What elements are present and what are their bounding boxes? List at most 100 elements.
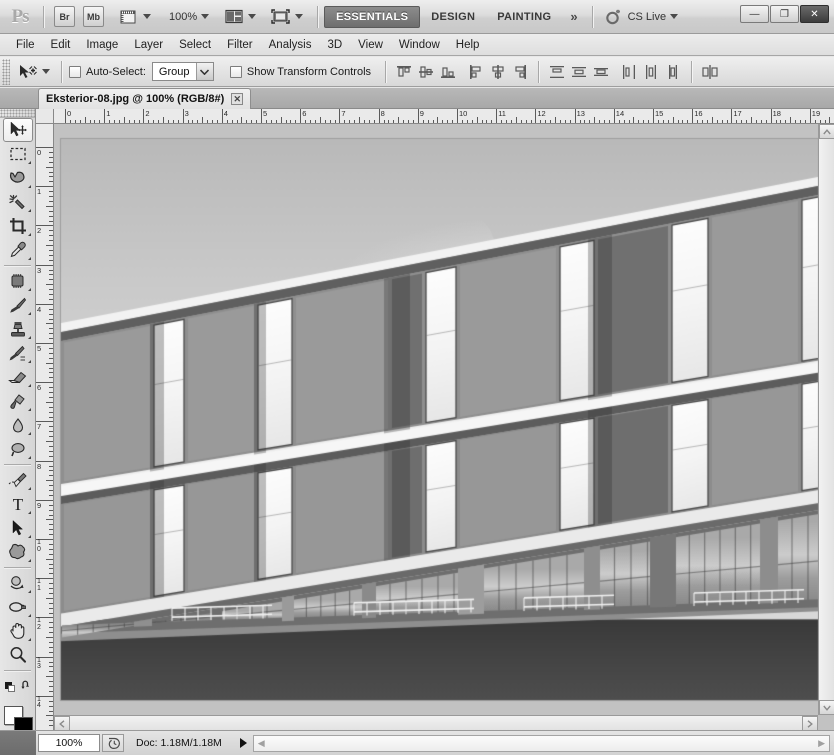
flyout-indicator-icon[interactable] (27, 312, 31, 315)
scroll-right-button[interactable] (802, 716, 818, 731)
scroll-down-button[interactable] (819, 700, 834, 715)
ruler-origin-box[interactable] (36, 109, 54, 124)
cs-live-chevron-down-icon[interactable] (670, 14, 679, 19)
clone-stamp-tool[interactable] (3, 317, 33, 341)
flyout-indicator-icon[interactable] (27, 456, 31, 459)
workspace-tab-painting[interactable]: PAINTING (486, 6, 562, 28)
distribute-top-edges-icon[interactable] (546, 61, 568, 83)
flyout-indicator-icon[interactable] (27, 209, 31, 212)
canvas-horizontal-scrollbar[interactable] (54, 715, 818, 731)
menu-item-view[interactable]: View (350, 37, 391, 53)
minimize-button[interactable]: — (740, 5, 769, 23)
screen-mode-icon[interactable] (270, 7, 291, 26)
move-tool[interactable] (2, 118, 33, 142)
flyout-indicator-icon[interactable] (27, 487, 31, 490)
flyout-indicator-icon[interactable] (27, 432, 31, 435)
horizontal-type-tool[interactable]: T (3, 492, 33, 516)
history-brush-tool[interactable] (3, 341, 33, 365)
tools-panel-grip[interactable] (0, 109, 35, 118)
flyout-indicator-icon[interactable] (27, 408, 31, 411)
menu-item-file[interactable]: File (8, 37, 43, 53)
crop-tool[interactable] (3, 214, 33, 238)
menu-item-select[interactable]: Select (171, 37, 219, 53)
path-selection-tool[interactable] (3, 516, 33, 540)
align-horizontal-centers-icon[interactable] (487, 61, 509, 83)
flyout-indicator-icon[interactable] (27, 535, 31, 538)
auto-align-layers-icon[interactable] (699, 61, 721, 83)
auto-select-scope-select[interactable]: Group (151, 62, 214, 81)
more-workspaces-icon[interactable]: » (570, 9, 577, 24)
blur-tool[interactable] (3, 413, 33, 437)
distribute-right-edges-icon[interactable] (662, 61, 684, 83)
flyout-indicator-icon[interactable] (27, 638, 31, 641)
cs-live-label[interactable]: CS Live (628, 11, 667, 23)
flyout-indicator-icon[interactable] (27, 185, 31, 188)
exterior-rendering-image[interactable] (54, 124, 825, 715)
canvas-vertical-scrollbar[interactable] (818, 124, 834, 715)
vertical-ruler[interactable]: 01234567891 01 11 21 31 41 5 (36, 124, 54, 730)
align-left-edges-icon[interactable] (465, 61, 487, 83)
close-button[interactable]: ✕ (800, 5, 829, 23)
scroll-right-icon[interactable]: ▶ (815, 738, 828, 749)
3d-camera-rotate-tool[interactable] (3, 595, 33, 619)
spot-healing-brush-tool[interactable] (3, 269, 33, 293)
auto-select-scope-chevron-down-icon[interactable] (195, 63, 213, 80)
tool-preset-picker[interactable] (16, 63, 54, 81)
custom-shape-tool[interactable] (3, 540, 33, 564)
view-extras-icon[interactable] (118, 7, 139, 26)
document-size-info[interactable]: Doc: 1.18M/1.18M (126, 734, 232, 752)
scroll-left-icon[interactable]: ◀ (255, 738, 268, 749)
restore-button[interactable]: ❐ (770, 5, 799, 23)
3d-object-rotate-tool[interactable] (3, 571, 33, 595)
distribute-vertical-centers-icon[interactable] (568, 61, 590, 83)
flyout-indicator-icon[interactable] (27, 336, 31, 339)
scroll-up-button[interactable] (819, 124, 834, 139)
menu-item-edit[interactable]: Edit (43, 37, 79, 53)
zoom-percentage-field[interactable]: 100% (38, 734, 100, 752)
arrange-documents-icon[interactable] (223, 7, 244, 26)
flyout-indicator-icon[interactable] (27, 511, 31, 514)
menu-item-help[interactable]: Help (448, 37, 488, 53)
flyout-indicator-icon[interactable] (27, 384, 31, 387)
default-colors-and-swap[interactable] (3, 674, 33, 698)
scroll-left-button[interactable] (54, 716, 70, 731)
screen-mode-chevron-down-icon[interactable] (295, 14, 304, 19)
dodge-tool[interactable] (3, 437, 33, 461)
zoom-level-chevron-down-icon[interactable] (201, 14, 210, 19)
flyout-indicator-icon[interactable] (27, 590, 31, 593)
clock-icon[interactable] (102, 734, 124, 752)
menu-item-filter[interactable]: Filter (219, 37, 261, 53)
show-transform-controls-checkbox[interactable] (229, 65, 242, 78)
rectangular-marquee-tool[interactable] (3, 142, 33, 166)
arrange-documents-chevron-down-icon[interactable] (248, 14, 257, 19)
distribute-horizontal-centers-icon[interactable] (640, 61, 662, 83)
align-bottom-edges-icon[interactable] (437, 61, 459, 83)
flyout-indicator-icon[interactable] (27, 614, 31, 617)
menu-item-analysis[interactable]: Analysis (261, 37, 320, 53)
document-tab[interactable]: Eksterior-08.jpg @ 100% (RGB/8#) ✕ (38, 88, 252, 109)
launch-mini-bridge-button[interactable]: Mb (83, 6, 104, 27)
align-vertical-centers-icon[interactable] (415, 61, 437, 83)
menu-item-window[interactable]: Window (391, 37, 448, 53)
gradient-tool[interactable] (3, 389, 33, 413)
hand-tool[interactable] (3, 619, 33, 643)
auto-select-checkbox[interactable] (69, 65, 81, 78)
options-bar-grip[interactable] (2, 58, 10, 85)
status-menu-arrow-icon[interactable] (239, 738, 247, 748)
window-horizontal-scrollbar[interactable]: ◀ ▶ (252, 734, 830, 752)
view-extras-chevron-down-icon[interactable] (143, 14, 151, 19)
workspace-tab-design[interactable]: DESIGN (420, 6, 486, 28)
menu-item-image[interactable]: Image (78, 37, 126, 53)
magic-wand-tool[interactable] (3, 190, 33, 214)
image-viewport[interactable] (54, 124, 825, 715)
eraser-tool[interactable] (3, 365, 33, 389)
flyout-indicator-icon[interactable] (27, 288, 31, 291)
zoom-level-label[interactable]: 100% (169, 11, 197, 23)
eyedropper-tool[interactable] (3, 238, 33, 262)
distribute-left-edges-icon[interactable] (618, 61, 640, 83)
tool-preset-chevron-down-icon[interactable] (42, 69, 50, 74)
distribute-bottom-edges-icon[interactable] (590, 61, 612, 83)
flyout-indicator-icon[interactable] (27, 233, 31, 236)
launch-bridge-button[interactable]: Br (54, 6, 75, 27)
workspace-tab-essentials[interactable]: ESSENTIALS (324, 5, 421, 28)
